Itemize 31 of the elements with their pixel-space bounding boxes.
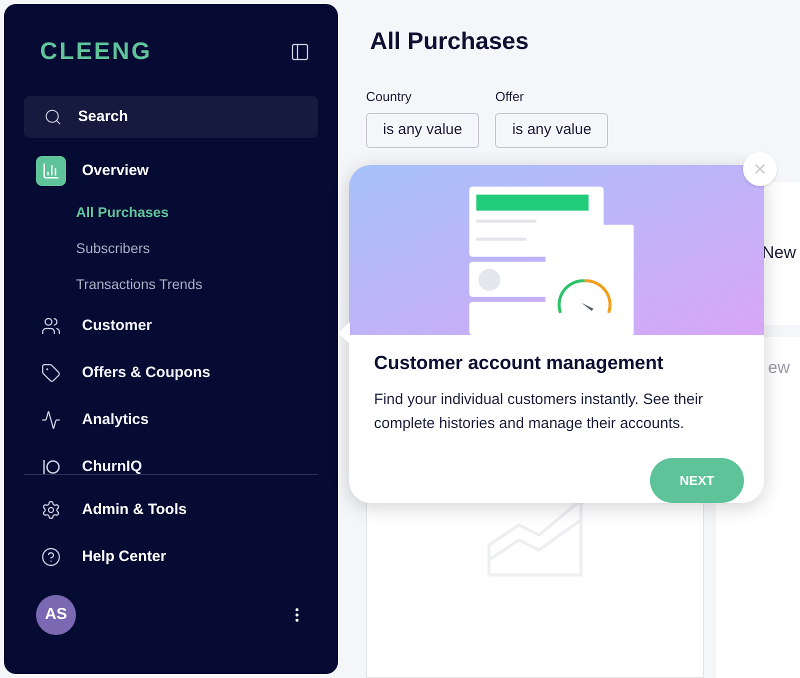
nav-subitem[interactable]: Transactions Trends [76, 275, 202, 294]
help-icon [41, 547, 61, 567]
nav-subitem[interactable]: Subscribers [76, 239, 150, 258]
nav-item[interactable]: ChurnIQ [36, 452, 318, 474]
logo: CLEENG [40, 40, 152, 64]
search-button[interactable]: Search [24, 96, 318, 138]
iq-icon [41, 457, 61, 474]
filter-label: Country [366, 88, 413, 106]
sidebar-toggle-icon[interactable] [290, 42, 310, 62]
search-icon [44, 108, 62, 126]
user-avatar[interactable]: AS [36, 595, 76, 635]
tag-icon [41, 363, 61, 383]
nav-item[interactable]: Customer [36, 311, 318, 341]
pulse-icon [41, 410, 61, 430]
card-title: ew [768, 358, 790, 376]
users-icon [41, 316, 61, 336]
settings-icon [41, 500, 61, 520]
nav-item[interactable]: Analytics [36, 405, 318, 435]
filter-dropdown[interactable]: is any value [495, 112, 608, 148]
nav-item[interactable]: Help Center [36, 542, 318, 572]
nav-item[interactable]: Offers & Coupons [36, 358, 318, 388]
nav-subitem[interactable]: All Purchases [76, 203, 169, 222]
card-title: New [762, 242, 796, 264]
page-title: All Purchases [370, 27, 530, 57]
nav-item[interactable]: Admin & Tools [36, 495, 318, 525]
filter-label: Offer [495, 88, 525, 106]
nav-item[interactable]: Overview [36, 156, 318, 186]
filter-dropdown[interactable]: is any value [366, 112, 480, 148]
bar-chart-icon [36, 156, 66, 186]
tour-title: Customer account management [374, 352, 664, 376]
tour-description: Find your individual customers instantly. See their complete histories and manage their accounts. [374, 390, 704, 434]
